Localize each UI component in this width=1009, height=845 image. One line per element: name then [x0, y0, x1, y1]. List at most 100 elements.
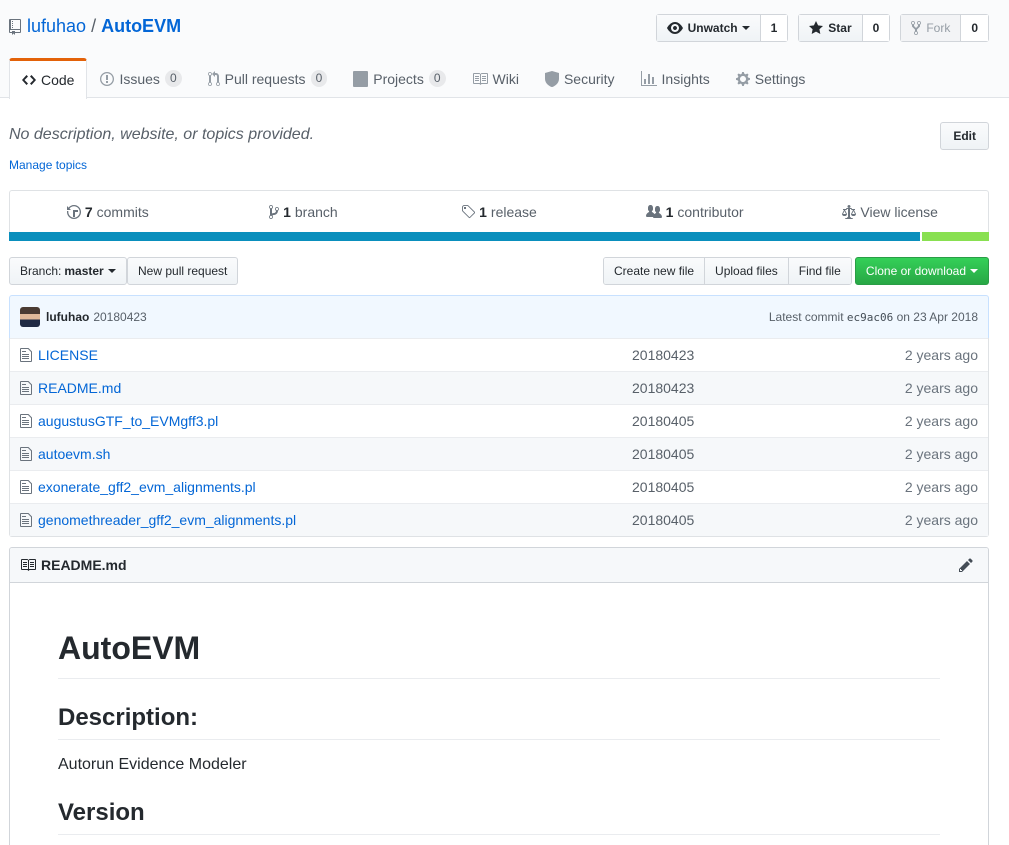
file-name-link[interactable]: augustusGTF_to_EVMgff3.pl — [38, 413, 632, 429]
file-icon — [20, 347, 36, 363]
repo-actions: Unwatch 1 Star 0 Fork 0 — [655, 14, 989, 42]
find-file-button[interactable]: Find file — [788, 258, 851, 284]
repo-header: lufuhao / AutoEVM Unwatch 1 Star 0 Fork — [0, 0, 1009, 99]
project-icon — [353, 70, 369, 87]
file-commit-message[interactable]: 20180423 — [632, 380, 694, 396]
repo-owner-link[interactable]: lufuhao — [27, 16, 86, 37]
tab-issues-label: Issues — [119, 70, 160, 87]
new-pull-request-button[interactable]: New pull request — [127, 257, 239, 285]
latest-commit-bar: lufuhao 20180423 Latest commit ec9ac06 o… — [9, 295, 989, 339]
tab-insights[interactable]: Insights — [628, 58, 723, 98]
branch-label: branch — [294, 204, 338, 220]
repo-title: lufuhao / AutoEVM — [9, 16, 181, 37]
commit-message[interactable]: 20180423 — [93, 310, 146, 324]
contributors-link[interactable]: 1 contributor — [597, 204, 793, 220]
watchers-count[interactable]: 1 — [760, 15, 788, 41]
file-name-link[interactable]: exonerate_gff2_evm_alignments.pl — [38, 479, 632, 495]
shield-icon — [544, 70, 559, 87]
language-bar[interactable] — [9, 232, 989, 241]
clone-download-button[interactable]: Clone or download — [854, 257, 989, 285]
commit-sha-link[interactable]: ec9ac06 — [847, 311, 893, 324]
readme-title: AutoEVM — [58, 628, 940, 679]
language-segment-1[interactable] — [9, 232, 921, 241]
branch-name: master — [64, 264, 104, 278]
fork-group: Fork 0 — [900, 14, 989, 42]
file-name-link[interactable]: LICENSE — [38, 347, 632, 363]
tab-issues[interactable]: Issues 0 — [87, 58, 194, 98]
law-icon — [842, 205, 857, 219]
history-icon — [66, 205, 81, 219]
file-name-link[interactable]: genomethreader_gff2_evm_alignments.pl — [38, 512, 632, 528]
edit-description-button[interactable]: Edit — [940, 122, 989, 150]
forks-count[interactable]: 0 — [961, 15, 988, 41]
commits-count: 7 — [84, 204, 93, 220]
file-name-link[interactable]: README.md — [38, 380, 632, 396]
avatar[interactable] — [20, 307, 40, 327]
tab-projects[interactable]: Projects 0 — [340, 58, 458, 98]
commit-date: on 23 Apr 2018 — [896, 310, 978, 324]
readme-filename: README.md — [41, 557, 127, 573]
file-commit-message[interactable]: 20180405 — [632, 479, 694, 495]
tab-settings[interactable]: Settings — [723, 58, 819, 98]
file-row: README.md 20180423 2 years ago — [10, 371, 988, 404]
file-commit-message[interactable]: 20180405 — [632, 512, 694, 528]
tab-security[interactable]: Security — [532, 58, 628, 98]
language-segment-2[interactable] — [920, 232, 989, 241]
branch-count: 1 — [283, 204, 291, 220]
tab-pull-requests[interactable]: Pull requests 0 — [195, 58, 341, 98]
file-name-link[interactable]: autoevm.sh — [38, 446, 632, 462]
pencil-icon[interactable] — [959, 557, 973, 573]
chevron-down-icon — [107, 269, 116, 273]
eye-icon — [666, 22, 683, 34]
file-row: autoevm.sh 20180405 2 years ago — [10, 437, 988, 470]
repo-name-link[interactable]: AutoEVM — [101, 16, 181, 37]
numbers-summary: 7 commits 1 branch 1 release 1 contribut… — [9, 190, 989, 241]
create-new-file-button[interactable]: Create new file — [604, 258, 706, 284]
fork-button[interactable]: Fork — [901, 15, 962, 41]
fork-label: Fork — [926, 21, 951, 35]
tag-icon — [462, 205, 476, 219]
stargazers-count[interactable]: 0 — [862, 15, 890, 41]
file-row: exonerate_gff2_evm_alignments.pl 2018040… — [10, 470, 988, 503]
star-button[interactable]: Star — [799, 15, 863, 41]
git-branch-icon — [269, 205, 280, 219]
commits-link[interactable]: 7 commits — [10, 204, 206, 220]
star-icon — [809, 21, 824, 34]
license-link[interactable]: View license — [792, 204, 988, 220]
readme-version-heading: Version — [58, 798, 940, 835]
book-icon — [21, 559, 36, 571]
file-icon — [20, 413, 36, 429]
pull-request-icon — [207, 70, 220, 86]
tab-insights-label: Insights — [661, 70, 710, 87]
graph-icon — [640, 70, 657, 86]
manage-topics-link[interactable]: Manage topics — [9, 158, 87, 172]
tab-code[interactable]: Code — [9, 58, 88, 99]
branches-link[interactable]: 1 branch — [206, 204, 402, 220]
commit-author[interactable]: lufuhao — [46, 310, 89, 324]
upload-files-button[interactable]: Upload files — [705, 258, 789, 284]
repo-description: No description, website, or topics provi… — [9, 126, 315, 143]
file-age: 2 years ago — [904, 446, 978, 462]
latest-commit-label: Latest commit — [768, 310, 844, 324]
branch-select-button[interactable]: Branch: master — [9, 257, 127, 285]
unwatch-button[interactable]: Unwatch — [656, 15, 761, 41]
tab-code-label: Code — [41, 72, 75, 88]
file-commit-message[interactable]: 20180405 — [632, 446, 694, 462]
file-commit-message[interactable]: 20180423 — [632, 347, 694, 363]
tab-wiki-label: Wiki — [492, 70, 519, 87]
file-icon — [20, 380, 36, 396]
file-commit-message[interactable]: 20180405 — [632, 413, 694, 429]
contributor-label: contributor — [677, 204, 744, 220]
star-group: Star 0 — [798, 14, 891, 42]
readme-description-text: Autorun Evidence Modeler — [58, 756, 247, 773]
tab-wiki[interactable]: Wiki — [459, 58, 532, 98]
code-icon — [22, 75, 36, 85]
watch-group: Unwatch 1 — [655, 14, 789, 42]
branch-prefix: Branch: — [20, 264, 62, 278]
releases-link[interactable]: 1 release — [401, 204, 597, 220]
unwatch-label: Unwatch — [687, 21, 738, 35]
chevron-down-icon — [970, 269, 978, 273]
repo-icon — [9, 18, 21, 35]
repo-nav: Code Issues 0 Pull requests 0 Projects 0… — [9, 58, 819, 99]
latest-commit-info: Latest commit ec9ac06 on 23 Apr 2018 — [769, 310, 978, 324]
